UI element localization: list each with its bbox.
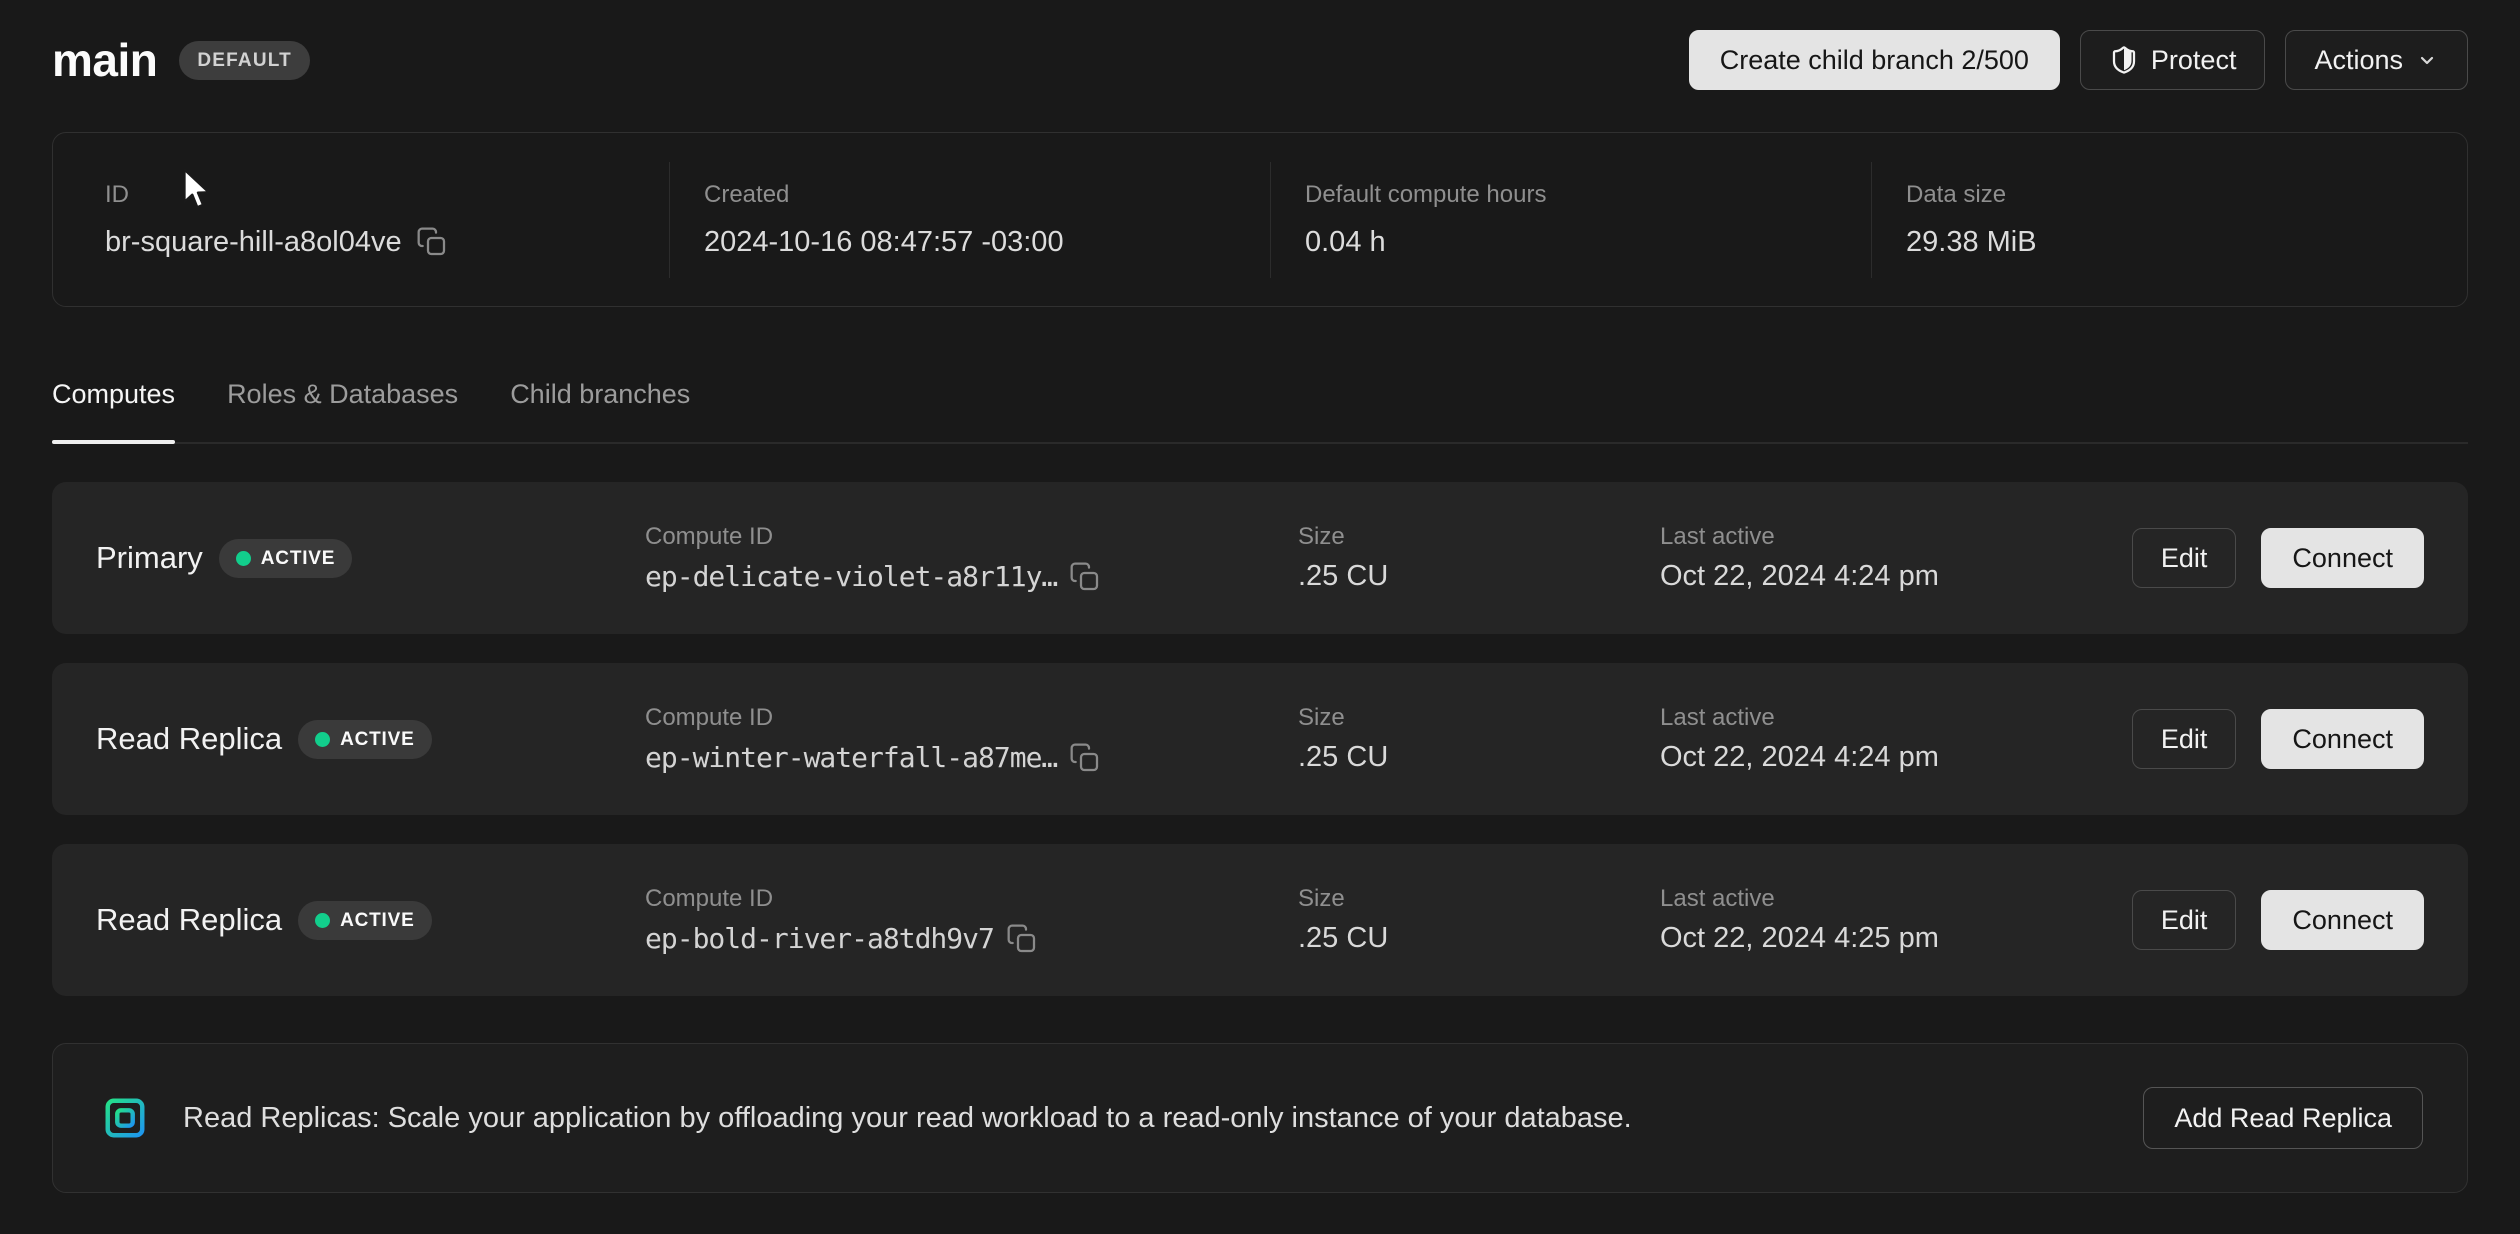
branch-id-field: ID br-square-hill-a8ol04ve	[53, 181, 669, 259]
branch-id-label: ID	[105, 181, 669, 209]
compute-size-cell: Size .25 CU	[1298, 885, 1660, 955]
compute-id-value: ep-winter-waterfall-a87me…	[645, 741, 1057, 774]
connect-button[interactable]: Connect	[2261, 709, 2424, 769]
branch-info-card: ID br-square-hill-a8ol04ve Created 2024-…	[52, 132, 2468, 307]
created-value: 2024-10-16 08:47:57 -03:00	[704, 226, 1270, 259]
status-label: ACTIVE	[340, 730, 414, 749]
compute-id-cell: Compute ID ep-bold-river-a8tdh9v7	[645, 885, 1298, 955]
compute-name: Read Replica	[96, 721, 282, 757]
compute-hours-field: Default compute hours 0.04 h	[1271, 181, 1871, 259]
header-actions: Create child branch 2/500 Protect Action…	[1689, 30, 2468, 90]
status-badge: ACTIVE	[298, 901, 431, 940]
last-active-column-label: Last active	[1660, 885, 2132, 913]
status-label: ACTIVE	[261, 549, 335, 568]
copy-icon[interactable]	[1069, 561, 1101, 593]
edit-button[interactable]: Edit	[2132, 709, 2237, 769]
compute-row: Read Replica ACTIVE Compute ID ep-winter…	[52, 663, 2468, 815]
connect-button[interactable]: Connect	[2261, 528, 2424, 588]
compute-id-value: ep-delicate-violet-a8r11y…	[645, 560, 1057, 593]
size-column-label: Size	[1298, 523, 1660, 551]
add-read-replica-button[interactable]: Add Read Replica	[2143, 1087, 2423, 1149]
edit-button[interactable]: Edit	[2132, 528, 2237, 588]
read-replica-description: Read Replicas: Scale your application by…	[183, 1102, 1632, 1135]
size-value: .25 CU	[1298, 560, 1660, 593]
data-size-value: 29.38 MiB	[1906, 226, 2467, 259]
compute-size-cell: Size .25 CU	[1298, 523, 1660, 593]
chevron-down-icon	[2415, 48, 2439, 72]
tab-roles-databases[interactable]: Roles & Databases	[227, 379, 458, 442]
tab-bar: Computes Roles & Databases Child branche…	[52, 379, 2468, 444]
page-title: main	[52, 33, 157, 87]
title-wrap: main DEFAULT	[52, 33, 310, 87]
compute-id-column-label: Compute ID	[645, 885, 1298, 913]
shield-icon	[2109, 45, 2139, 75]
status-dot	[315, 732, 330, 747]
size-value: .25 CU	[1298, 741, 1660, 774]
status-label: ACTIVE	[340, 911, 414, 930]
compute-hours-value: 0.04 h	[1305, 226, 1871, 259]
connect-button[interactable]: Connect	[2261, 890, 2424, 950]
compute-id-column-label: Compute ID	[645, 704, 1298, 732]
compute-name-cell: Primary ACTIVE	[96, 539, 645, 578]
compute-rows: Primary ACTIVE Compute ID ep-delicate-vi…	[52, 482, 2468, 996]
data-size-label: Data size	[1906, 181, 2467, 209]
data-size-field: Data size 29.38 MiB	[1872, 181, 2467, 259]
status-badge: ACTIVE	[298, 720, 431, 759]
create-child-branch-button[interactable]: Create child branch 2/500	[1689, 30, 2060, 90]
compute-id-cell: Compute ID ep-winter-waterfall-a87me…	[645, 704, 1298, 774]
row-actions: Edit Connect	[2132, 890, 2424, 950]
last-active-value: Oct 22, 2024 4:24 pm	[1660, 741, 2132, 774]
compute-name-cell: Read Replica ACTIVE	[96, 901, 645, 940]
status-dot	[315, 913, 330, 928]
read-replica-banner: Read Replicas: Scale your application by…	[52, 1043, 2468, 1193]
compute-name-cell: Read Replica ACTIVE	[96, 720, 645, 759]
copy-icon[interactable]	[416, 226, 448, 258]
branch-page: main DEFAULT Create child branch 2/500 P…	[0, 0, 2520, 1234]
last-active-value: Oct 22, 2024 4:24 pm	[1660, 560, 2132, 593]
status-badge: ACTIVE	[219, 539, 352, 578]
status-dot	[236, 551, 251, 566]
compute-id-cell: Compute ID ep-delicate-violet-a8r11y…	[645, 523, 1298, 593]
last-active-cell: Last active Oct 22, 2024 4:24 pm	[1660, 704, 2132, 774]
page-header: main DEFAULT Create child branch 2/500 P…	[52, 0, 2468, 92]
size-column-label: Size	[1298, 704, 1660, 732]
row-actions: Edit Connect	[2132, 528, 2424, 588]
last-active-cell: Last active Oct 22, 2024 4:25 pm	[1660, 885, 2132, 955]
compute-name: Primary	[96, 540, 203, 576]
protect-button[interactable]: Protect	[2080, 30, 2266, 90]
actions-button[interactable]: Actions	[2285, 30, 2468, 90]
last-active-value: Oct 22, 2024 4:25 pm	[1660, 922, 2132, 955]
default-badge: DEFAULT	[179, 41, 310, 80]
copy-icon[interactable]	[1069, 742, 1101, 774]
compute-row: Primary ACTIVE Compute ID ep-delicate-vi…	[52, 482, 2468, 634]
created-field: Created 2024-10-16 08:47:57 -03:00	[670, 181, 1270, 259]
compute-hours-label: Default compute hours	[1305, 181, 1871, 209]
compute-id-value: ep-bold-river-a8tdh9v7	[645, 922, 994, 955]
last-active-column-label: Last active	[1660, 523, 2132, 551]
last-active-cell: Last active Oct 22, 2024 4:24 pm	[1660, 523, 2132, 593]
last-active-column-label: Last active	[1660, 704, 2132, 732]
compute-id-column-label: Compute ID	[645, 523, 1298, 551]
tab-child-branches[interactable]: Child branches	[510, 379, 690, 442]
actions-button-label: Actions	[2314, 47, 2403, 74]
protect-button-label: Protect	[2151, 47, 2237, 74]
compute-size-cell: Size .25 CU	[1298, 704, 1660, 774]
size-column-label: Size	[1298, 885, 1660, 913]
row-actions: Edit Connect	[2132, 709, 2424, 769]
edit-button[interactable]: Edit	[2132, 890, 2237, 950]
branch-id-value: br-square-hill-a8ol04ve	[105, 226, 402, 259]
tab-computes[interactable]: Computes	[52, 379, 175, 442]
compute-row: Read Replica ACTIVE Compute ID ep-bold-r…	[52, 844, 2468, 996]
copy-icon[interactable]	[1006, 923, 1038, 955]
created-label: Created	[704, 181, 1270, 209]
compute-name: Read Replica	[96, 902, 282, 938]
size-value: .25 CU	[1298, 922, 1660, 955]
cpu-chip-icon	[97, 1090, 153, 1146]
